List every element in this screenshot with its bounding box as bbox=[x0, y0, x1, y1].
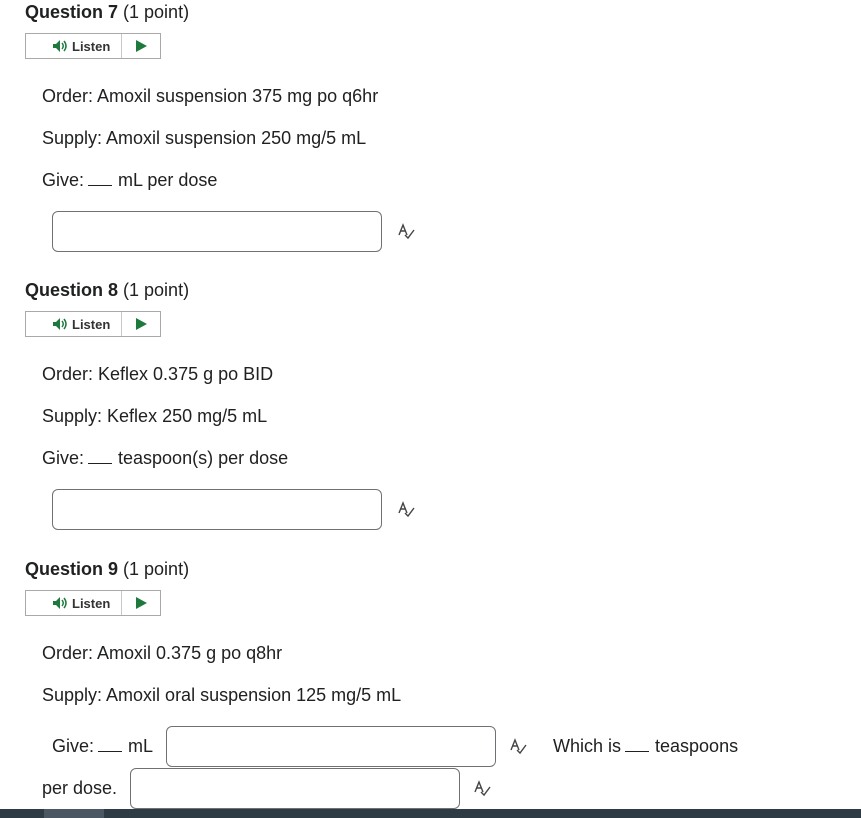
listen-label-area[interactable]: Listen bbox=[26, 34, 122, 58]
speaker-icon bbox=[53, 597, 67, 609]
question-8-title: Question 8 (1 point) bbox=[25, 279, 189, 301]
blank-line bbox=[625, 736, 650, 752]
per-dose-text: per dose. bbox=[42, 778, 118, 798]
listen-label-area[interactable]: Listen bbox=[26, 591, 122, 615]
order-text: Order: Keflex 0.375 g po BID bbox=[42, 364, 274, 384]
supply-text: Supply: Amoxil oral suspension 125 mg/5 … bbox=[42, 685, 402, 705]
listen-label: Listen bbox=[72, 316, 111, 332]
question-9-title: Question 9 (1 point) bbox=[25, 558, 189, 580]
supply-text: Supply: Amoxil suspension 250 mg/5 mL bbox=[42, 128, 367, 148]
give-suffix: teaspoon(s) per dose bbox=[118, 448, 289, 468]
blank-line bbox=[88, 448, 113, 464]
play-button[interactable] bbox=[122, 312, 160, 336]
question-7-title: Question 7 (1 point) bbox=[25, 1, 189, 23]
give-text: Give: teaspoon(s) per dose bbox=[42, 447, 288, 469]
question-title-text: Question 8 bbox=[25, 280, 119, 300]
listen-button[interactable]: Listen bbox=[25, 33, 161, 59]
speaker-icon bbox=[53, 40, 67, 52]
question-points: (1 point) bbox=[123, 2, 190, 22]
play-icon bbox=[136, 318, 147, 330]
play-button[interactable] bbox=[122, 34, 160, 58]
spellcheck-icon[interactable] bbox=[473, 779, 491, 797]
question-title-text: Question 7 bbox=[25, 2, 119, 22]
give-prefix: Give: bbox=[52, 736, 95, 756]
spellcheck-icon[interactable] bbox=[397, 222, 415, 240]
play-icon bbox=[136, 597, 147, 609]
give-text: Give: mL bbox=[52, 735, 153, 757]
play-icon bbox=[136, 40, 147, 52]
horizontal-scrollbar[interactable] bbox=[0, 809, 861, 818]
answer-input-q7[interactable] bbox=[52, 211, 382, 252]
blank-line bbox=[98, 736, 123, 752]
listen-button[interactable]: Listen bbox=[25, 590, 161, 616]
supply-text: Supply: Keflex 250 mg/5 mL bbox=[42, 406, 268, 426]
give-text: Give: mL per dose bbox=[42, 169, 217, 191]
teaspoons-label: teaspoons bbox=[655, 736, 739, 756]
listen-label: Listen bbox=[72, 38, 111, 54]
give-prefix: Give: bbox=[42, 448, 85, 468]
speaker-icon bbox=[53, 318, 67, 330]
spellcheck-icon[interactable] bbox=[509, 737, 527, 755]
answer-input-q8[interactable] bbox=[52, 489, 382, 530]
scrollbar-thumb[interactable] bbox=[44, 809, 104, 818]
order-text: Order: Amoxil 0.375 g po q8hr bbox=[42, 643, 283, 663]
answer-input-ml[interactable] bbox=[166, 726, 496, 767]
question-title-text: Question 9 bbox=[25, 559, 119, 579]
play-button[interactable] bbox=[122, 591, 160, 615]
listen-label: Listen bbox=[72, 595, 111, 611]
listen-label-area[interactable]: Listen bbox=[26, 312, 122, 336]
give-suffix: mL per dose bbox=[118, 170, 218, 190]
order-text: Order: Amoxil suspension 375 mg po q6hr bbox=[42, 86, 379, 106]
answer-input-tsp[interactable] bbox=[130, 768, 460, 809]
blank-line bbox=[88, 170, 113, 186]
give-prefix: Give: bbox=[42, 170, 85, 190]
listen-button[interactable]: Listen bbox=[25, 311, 161, 337]
question-points: (1 point) bbox=[123, 559, 190, 579]
which-is-label: Which is bbox=[553, 736, 622, 756]
spellcheck-icon[interactable] bbox=[397, 500, 415, 518]
which-is-text: Which is teaspoons bbox=[553, 735, 738, 757]
give-unit: mL bbox=[128, 736, 154, 756]
question-points: (1 point) bbox=[123, 280, 190, 300]
